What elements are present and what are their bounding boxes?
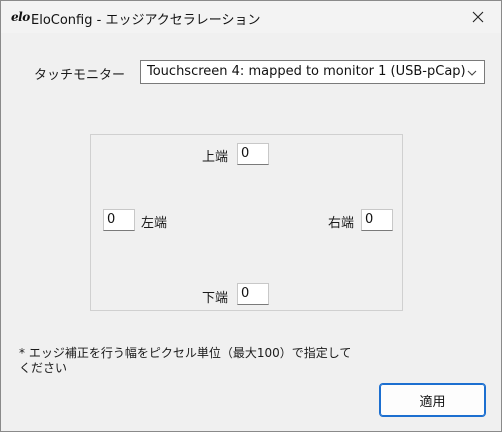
note-line-2: ください	[19, 361, 68, 375]
touch-monitor-label: タッチモニター	[34, 68, 126, 83]
title-bar: elo EloConfig - エッジアクセラレーション	[1, 1, 501, 33]
apply-button[interactable]: 適用	[379, 383, 486, 417]
eloconfig-dialog: elo EloConfig - エッジアクセラレーション タッチモニター Tou…	[0, 0, 502, 432]
right-edge-input[interactable]: 0	[361, 209, 393, 231]
window-title: EloConfig - エッジアクセラレーション	[31, 13, 261, 28]
touch-monitor-select[interactable]: Touchscreen 4: mapped to monitor 1 (USB-…	[140, 60, 485, 84]
touch-monitor-selected-value: Touchscreen 4: mapped to monitor 1 (USB-…	[147, 64, 466, 79]
chevron-down-icon	[467, 70, 477, 76]
bottom-edge-input[interactable]: 0	[237, 283, 269, 305]
elo-logo: elo	[11, 10, 30, 24]
bottom-edge-label: 下端	[202, 291, 229, 306]
width-instruction-note: * エッジ補正を行う幅をピクセル単位（最大100）で指定して ください	[19, 346, 379, 376]
left-edge-input[interactable]: 0	[103, 209, 135, 231]
left-edge-label: 左端	[141, 216, 168, 231]
close-icon	[472, 11, 484, 23]
note-line-1: * エッジ補正を行う幅をピクセル単位（最大100）で指定して	[19, 346, 352, 360]
close-button[interactable]	[455, 1, 501, 33]
right-edge-label: 右端	[328, 216, 355, 231]
top-edge-input[interactable]: 0	[237, 143, 269, 165]
top-edge-label: 上端	[202, 150, 229, 165]
